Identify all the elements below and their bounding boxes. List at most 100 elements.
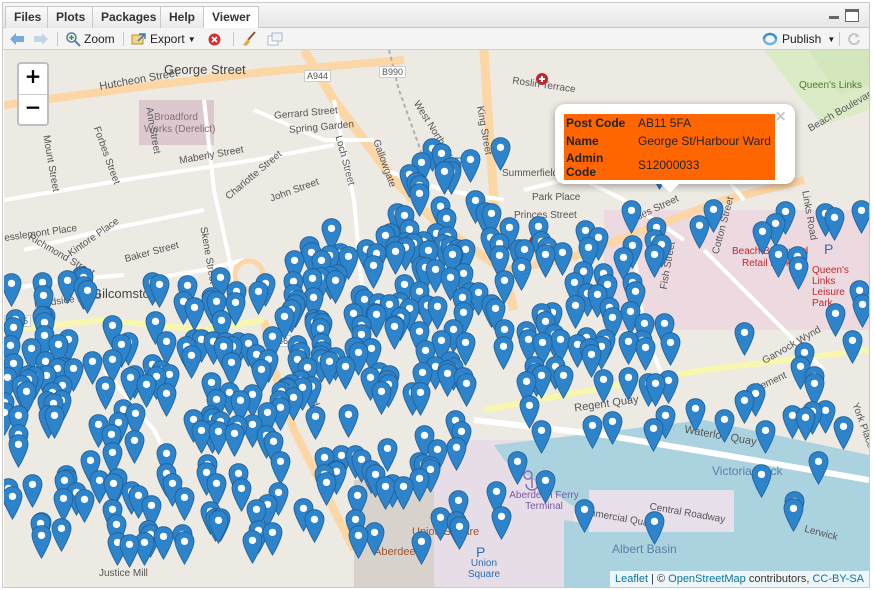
map-marker-icon[interactable] bbox=[410, 531, 433, 566]
tab-help[interactable]: Help bbox=[160, 6, 205, 28]
map-marker-icon[interactable] bbox=[223, 423, 246, 457]
map-marker-icon[interactable] bbox=[492, 336, 515, 371]
map-marker-icon[interactable] bbox=[841, 329, 864, 364]
map-marker-icon[interactable] bbox=[684, 398, 707, 433]
map-marker-icon[interactable] bbox=[592, 368, 615, 403]
osm-link[interactable]: OpenStreetMap bbox=[668, 573, 746, 585]
map-marker-icon[interactable] bbox=[392, 476, 415, 511]
map-marker-icon[interactable] bbox=[73, 489, 96, 523]
map-marker-icon[interactable] bbox=[534, 244, 557, 279]
map-marker-icon[interactable] bbox=[659, 332, 682, 367]
map-marker-icon[interactable] bbox=[433, 161, 456, 196]
map-marker-icon[interactable] bbox=[448, 516, 471, 551]
maximize-pane-icon[interactable] bbox=[845, 9, 859, 22]
map-marker-icon[interactable] bbox=[347, 525, 370, 559]
map-marker-icon[interactable] bbox=[750, 464, 773, 499]
map-marker-icon[interactable] bbox=[733, 322, 756, 357]
map-marker-icon[interactable] bbox=[643, 244, 666, 279]
map-marker-icon[interactable] bbox=[851, 294, 869, 329]
map-marker-icon[interactable] bbox=[324, 270, 347, 305]
leaflet-map[interactable]: PP PPP George Street A944 B990 Hutcheon … bbox=[4, 50, 869, 587]
map-marker-icon[interactable] bbox=[30, 525, 53, 560]
map-marker-icon[interactable] bbox=[564, 295, 587, 329]
map-marker-icon[interactable] bbox=[754, 420, 777, 455]
map-marker-icon[interactable] bbox=[4, 486, 24, 521]
refresh-button[interactable] bbox=[847, 28, 861, 50]
tab-plots[interactable]: Plots bbox=[47, 6, 95, 28]
map-marker-icon[interactable] bbox=[7, 434, 30, 469]
zoom-in-button[interactable]: + bbox=[19, 64, 47, 94]
map-marker-icon[interactable] bbox=[807, 450, 830, 485]
map-marker-icon[interactable] bbox=[123, 430, 146, 464]
map-marker-icon[interactable] bbox=[334, 355, 357, 390]
map-marker-icon[interactable] bbox=[383, 316, 406, 350]
map-marker-icon[interactable] bbox=[530, 420, 553, 454]
publish-button[interactable]: Publish ▼ bbox=[761, 28, 835, 50]
map-marker-icon[interactable] bbox=[534, 469, 557, 504]
map-marker-icon[interactable] bbox=[643, 511, 666, 546]
map-marker-icon[interactable] bbox=[370, 381, 393, 416]
map-marker-icon[interactable] bbox=[642, 417, 665, 452]
tab-packages[interactable]: Packages bbox=[92, 6, 166, 28]
map-marker-icon[interactable] bbox=[601, 411, 624, 446]
map-marker-icon[interactable] bbox=[118, 534, 141, 568]
map-marker-icon[interactable] bbox=[183, 296, 206, 331]
license-link[interactable]: CC-BY-SA bbox=[812, 573, 864, 585]
tab-files[interactable]: Files bbox=[5, 6, 51, 28]
map-marker-icon[interactable] bbox=[247, 280, 270, 315]
map-marker-icon[interactable] bbox=[787, 256, 810, 290]
map-marker-icon[interactable] bbox=[581, 414, 604, 449]
map-marker-icon[interactable] bbox=[490, 505, 513, 540]
map-marker-icon[interactable] bbox=[148, 273, 171, 308]
zoom-label: Zoom bbox=[84, 32, 115, 46]
map-marker-icon[interactable] bbox=[241, 530, 264, 565]
export-button[interactable]: Export ▼ bbox=[131, 28, 196, 50]
map-marker-icon[interactable] bbox=[173, 531, 196, 565]
forward-button[interactable] bbox=[33, 28, 49, 50]
map-marker-icon[interactable] bbox=[76, 280, 99, 314]
map-marker-icon[interactable] bbox=[43, 405, 66, 439]
map-marker-icon[interactable] bbox=[552, 365, 575, 400]
map-marker-icon[interactable] bbox=[207, 510, 230, 545]
map-marker-icon[interactable] bbox=[823, 207, 846, 241]
tab-viewer[interactable]: Viewer bbox=[203, 6, 260, 29]
map-marker-icon[interactable] bbox=[269, 451, 292, 486]
map-marker-icon[interactable] bbox=[4, 272, 23, 307]
map-marker-icon[interactable] bbox=[303, 509, 326, 544]
clear-viewer-button[interactable] bbox=[208, 28, 221, 50]
map-marker-icon[interactable] bbox=[573, 498, 596, 533]
zoom-out-button[interactable]: − bbox=[19, 94, 47, 124]
map-marker-icon[interactable] bbox=[155, 383, 178, 417]
map-marker-icon[interactable] bbox=[261, 522, 284, 556]
broom-button[interactable] bbox=[241, 28, 257, 50]
close-icon[interactable]: × bbox=[774, 107, 787, 125]
publish-label: Publish bbox=[782, 32, 822, 46]
map-marker-icon[interactable] bbox=[688, 215, 711, 250]
map-marker-icon[interactable] bbox=[337, 404, 360, 438]
map-marker-icon[interactable] bbox=[850, 199, 869, 234]
map-marker-icon[interactable] bbox=[617, 367, 640, 401]
map-marker-icon[interactable] bbox=[489, 137, 512, 171]
popup-key: Post Code bbox=[566, 116, 626, 130]
map-marker-icon[interactable] bbox=[832, 416, 855, 451]
back-button[interactable] bbox=[9, 28, 25, 50]
map-marker-icon[interactable] bbox=[304, 405, 327, 440]
map-marker-icon[interactable] bbox=[782, 498, 805, 533]
map-marker-icon[interactable] bbox=[644, 373, 667, 408]
refresh-icon bbox=[848, 33, 860, 46]
map-marker-icon[interactable] bbox=[315, 472, 338, 507]
map-label: Broadford bbox=[154, 112, 198, 123]
map-marker-icon[interactable] bbox=[794, 407, 817, 442]
map-marker-icon[interactable] bbox=[21, 473, 44, 508]
map-marker-icon[interactable] bbox=[713, 409, 736, 444]
map-marker-icon[interactable] bbox=[173, 487, 196, 522]
map-marker-icon[interactable] bbox=[506, 451, 529, 486]
map-marker-icon[interactable] bbox=[620, 199, 643, 234]
map-marker-icon[interactable] bbox=[455, 372, 478, 407]
zoom-button[interactable]: Zoom bbox=[65, 28, 115, 50]
leaflet-link[interactable]: Leaflet bbox=[615, 573, 648, 585]
popout-button[interactable] bbox=[267, 28, 283, 50]
map-marker-icon[interactable] bbox=[733, 390, 756, 425]
map-marker-icon[interactable] bbox=[409, 382, 432, 417]
minimize-pane-icon[interactable] bbox=[827, 9, 841, 22]
